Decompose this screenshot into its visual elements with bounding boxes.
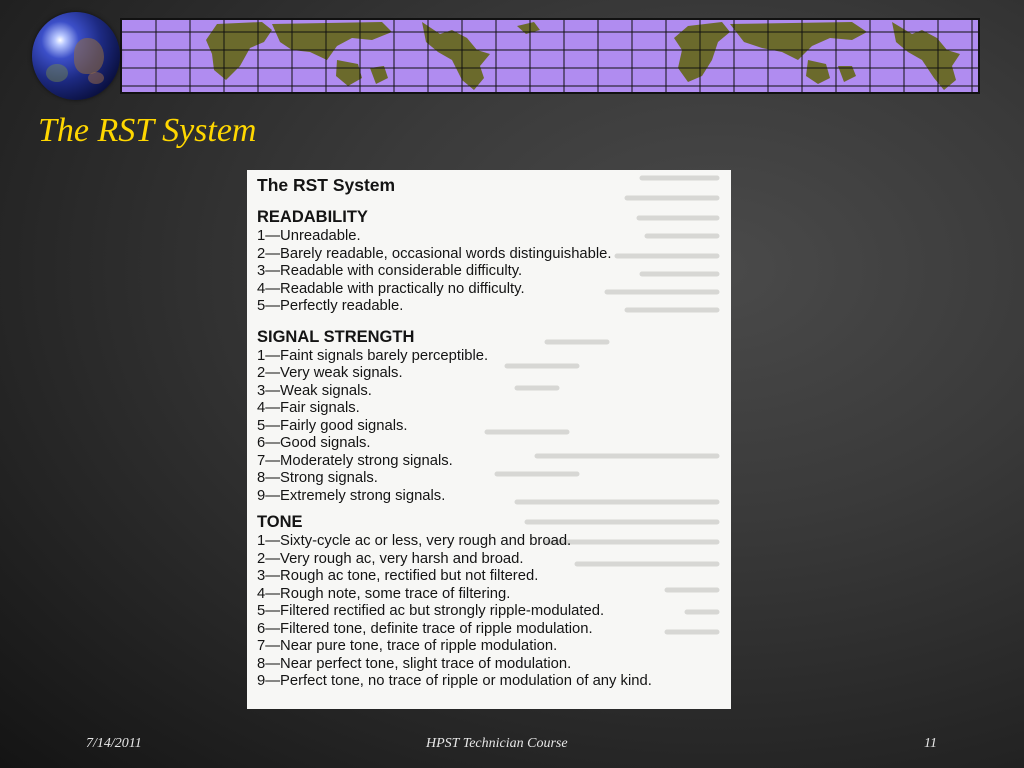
footer-page-number: 11: [924, 736, 937, 751]
list-item: 1—Unreadable.: [257, 228, 361, 244]
world-map-graphic: [122, 20, 978, 92]
list-item: 1—Sixty-cycle ac or less, very rough and…: [257, 533, 572, 549]
list-item: 4—Fair signals.: [257, 400, 360, 416]
world-map-banner: [120, 18, 980, 94]
tone-heading: TONE: [257, 513, 303, 531]
list-item: 8—Near perfect tone, slight trace of mod…: [257, 655, 572, 672]
list-item: 1—Faint signals barely perceptible.: [257, 347, 489, 364]
list-item: 9—Perfect tone, no trace of ripple or mo…: [257, 673, 652, 689]
list-item: 9—Extremely strong signals.: [257, 487, 446, 504]
readability-list: 1—Unreadable. 2—Barely readable, occasio…: [257, 228, 731, 316]
slide-title: The RST System: [38, 112, 257, 149]
rst-scan-document: The RST System READABILITY 1—Unreadable.…: [247, 170, 731, 709]
globe-logo-icon: [32, 12, 120, 100]
doc-title: The RST System: [257, 175, 396, 195]
list-item: 5—Perfectly readable.: [257, 298, 404, 314]
tone-list: 1—Sixty-cycle ac or less, very rough and…: [257, 533, 731, 691]
list-item: 7—Near pure tone, trace of ripple modula…: [257, 638, 558, 654]
list-item: 4—Rough note, some trace of filtering.: [257, 585, 511, 602]
list-item: 4—Readable with practically no difficult…: [257, 280, 525, 297]
list-item: 3—Weak signals.: [257, 382, 372, 399]
list-item: 2—Very weak signals.: [257, 365, 403, 381]
list-item: 5—Filtered rectified ac but strongly rip…: [257, 603, 605, 619]
signal-strength-heading: SIGNAL STRENGTH: [257, 327, 415, 346]
list-item: 2—Barely readable, occasional words dist…: [257, 245, 612, 262]
list-item: 3—Rough ac tone, rectified but not filte…: [257, 568, 539, 584]
list-item: 6—Filtered tone, definite trace of rippl…: [257, 620, 593, 637]
footer-course: HPST Technician Course: [426, 736, 568, 751]
list-item: 7—Moderately strong signals.: [257, 452, 453, 469]
footer-date: 7/14/2011: [86, 736, 142, 751]
list-item: 2—Very rough ac, very harsh and broad.: [257, 550, 524, 567]
list-item: 5—Fairly good signals.: [257, 417, 408, 434]
list-item: 6—Good signals.: [257, 435, 371, 451]
list-item: 8—Strong signals.: [257, 470, 378, 486]
list-item: 3—Readable with considerable difficulty.: [257, 263, 523, 279]
readability-heading: READABILITY: [257, 208, 368, 226]
signal-strength-list: 1—Faint signals barely perceptible. 2—Ve…: [257, 348, 731, 506]
